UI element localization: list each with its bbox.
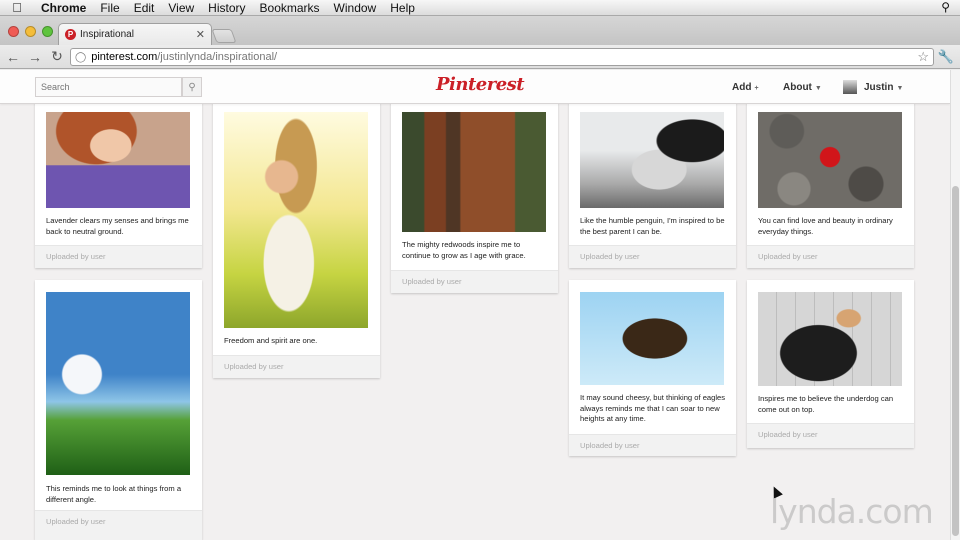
- page-viewport: ⚲ Pinterest Add+ About▼ Justin▼ Lavender…: [0, 70, 950, 540]
- menu-file[interactable]: File: [93, 1, 126, 15]
- close-window-button[interactable]: [8, 26, 19, 37]
- address-bar[interactable]: ◯ pinterest.com /justinlynda/inspiration…: [70, 48, 934, 66]
- pin-footer: Uploaded by user: [747, 423, 914, 448]
- chevron-down-icon: ▼: [896, 85, 904, 92]
- pin-description: It may sound cheesy, but thinking of eag…: [580, 393, 726, 423]
- page-info-icon[interactable]: ◯: [75, 52, 86, 63]
- menu-app-chrome[interactable]: Chrome: [34, 1, 93, 15]
- pin-image-redwood[interactable]: [402, 112, 546, 232]
- pin-attribution: Uploaded by user: [758, 252, 818, 261]
- pin-card[interactable]: The mighty redwoods inspire me to contin…: [391, 100, 558, 293]
- browser-toolbar: ← → ↻ ◯ pinterest.com /justinlynda/inspi…: [0, 45, 960, 69]
- pin-description: Inspires me to believe the underdog can …: [758, 394, 894, 414]
- pin-card[interactable]: Inspires me to believe the underdog can …: [747, 280, 914, 448]
- pin-image-penguin[interactable]: [580, 112, 724, 208]
- menu-view[interactable]: View: [161, 1, 201, 15]
- pin-image-lavender[interactable]: [46, 112, 190, 208]
- tab-title: Inspirational: [80, 29, 134, 40]
- pin-attribution: Uploaded by user: [224, 362, 284, 371]
- pin-footer: Uploaded by user: [213, 355, 380, 378]
- wrench-menu-icon[interactable]: 🔧: [938, 49, 954, 65]
- pin-footer: Uploaded by user: [747, 245, 914, 268]
- macos-menubar:  Chrome File Edit View History Bookmark…: [0, 0, 960, 16]
- menu-help[interactable]: Help: [383, 1, 422, 15]
- user-menu-label: Justin: [864, 82, 894, 93]
- pin-image-girl[interactable]: [224, 112, 368, 328]
- pin-image-dandelion[interactable]: [46, 292, 190, 475]
- tab-close-icon[interactable]: ✕: [196, 28, 205, 41]
- url-host: pinterest.com: [91, 51, 158, 63]
- pinterest-favicon-icon: P: [65, 29, 76, 40]
- add-menu[interactable]: Add +: [732, 82, 759, 93]
- pin-footer: Uploaded by user: [569, 245, 736, 268]
- pin-description: You can find love and beauty in ordinary…: [758, 216, 893, 236]
- plus-icon: +: [754, 85, 759, 92]
- pin-footer: Uploaded by user: [391, 270, 558, 293]
- about-menu-label: About: [783, 82, 812, 93]
- zoom-window-button[interactable]: [42, 26, 53, 37]
- pin-attribution: Uploaded by user: [46, 252, 106, 261]
- browser-tab-inspirational[interactable]: P Inspirational ✕: [58, 23, 212, 45]
- lynda-watermark: lynda.com: [770, 492, 934, 531]
- pin-footer: Uploaded by user: [35, 510, 202, 540]
- search-input[interactable]: [35, 77, 182, 97]
- tab-strip: P Inspirational ✕: [0, 16, 960, 45]
- pinterest-header: ⚲ Pinterest Add+ About▼ Justin▼: [0, 70, 950, 104]
- back-arrow-icon[interactable]: ←: [4, 49, 22, 65]
- pin-card[interactable]: You can find love and beauty in ordinary…: [747, 100, 914, 268]
- apple-icon[interactable]: : [0, 0, 34, 15]
- spotlight-search-icon[interactable]: ⚲: [941, 0, 950, 14]
- avatar[interactable]: [843, 80, 857, 94]
- search-icon[interactable]: ⚲: [182, 77, 202, 97]
- about-menu[interactable]: About ▼: [783, 82, 822, 93]
- window-controls: [8, 26, 53, 37]
- pin-attribution: Uploaded by user: [580, 441, 640, 450]
- user-menu[interactable]: Justin ▼: [864, 82, 903, 93]
- menu-bookmarks[interactable]: Bookmarks: [253, 1, 327, 15]
- pin-description: This reminds me to look at things from a…: [46, 484, 182, 504]
- pin-card[interactable]: Freedom and spirit are one. Uploaded by …: [213, 100, 380, 378]
- menu-window[interactable]: Window: [327, 1, 384, 15]
- pin-attribution: Uploaded by user: [402, 277, 462, 286]
- pin-footer: Uploaded by user: [569, 434, 736, 456]
- pin-card[interactable]: This reminds me to look at things from a…: [35, 280, 202, 540]
- pin-attribution: Uploaded by user: [758, 430, 818, 439]
- reload-icon[interactable]: ↻: [48, 48, 66, 65]
- pin-attribution: Uploaded by user: [580, 252, 640, 261]
- pin-footer: Uploaded by user: [35, 245, 202, 268]
- pin-card[interactable]: Like the humble penguin, I'm inspired to…: [569, 100, 736, 268]
- menu-edit[interactable]: Edit: [127, 1, 162, 15]
- new-tab-button[interactable]: [211, 29, 237, 43]
- pin-card[interactable]: Lavender clears my senses and brings me …: [35, 100, 202, 268]
- scrollbar-thumb[interactable]: [952, 186, 959, 536]
- pin-description: The mighty redwoods inspire me to contin…: [402, 240, 526, 260]
- chevron-down-icon: ▼: [814, 85, 822, 92]
- bookmark-star-icon[interactable]: ☆: [917, 49, 929, 65]
- forward-arrow-icon[interactable]: →: [26, 49, 44, 65]
- pin-image-heart-stone[interactable]: [758, 112, 902, 208]
- pinterest-logo[interactable]: Pinterest: [436, 74, 525, 95]
- pin-description: Freedom and spirit are one.: [224, 336, 318, 345]
- pin-attribution: Uploaded by user: [46, 517, 106, 526]
- add-menu-label: Add: [732, 82, 752, 93]
- minimize-window-button[interactable]: [25, 26, 36, 37]
- url-path: /justinlynda/inspirational/: [157, 51, 278, 63]
- pin-description: Lavender clears my senses and brings me …: [46, 216, 189, 236]
- pin-image-dog[interactable]: [758, 292, 902, 386]
- pin-card[interactable]: It may sound cheesy, but thinking of eag…: [569, 280, 736, 456]
- vertical-scrollbar[interactable]: [950, 70, 960, 540]
- pin-image-eagle[interactable]: [580, 292, 724, 385]
- pin-description: Like the humble penguin, I'm inspired to…: [580, 216, 725, 236]
- menu-history[interactable]: History: [201, 1, 252, 15]
